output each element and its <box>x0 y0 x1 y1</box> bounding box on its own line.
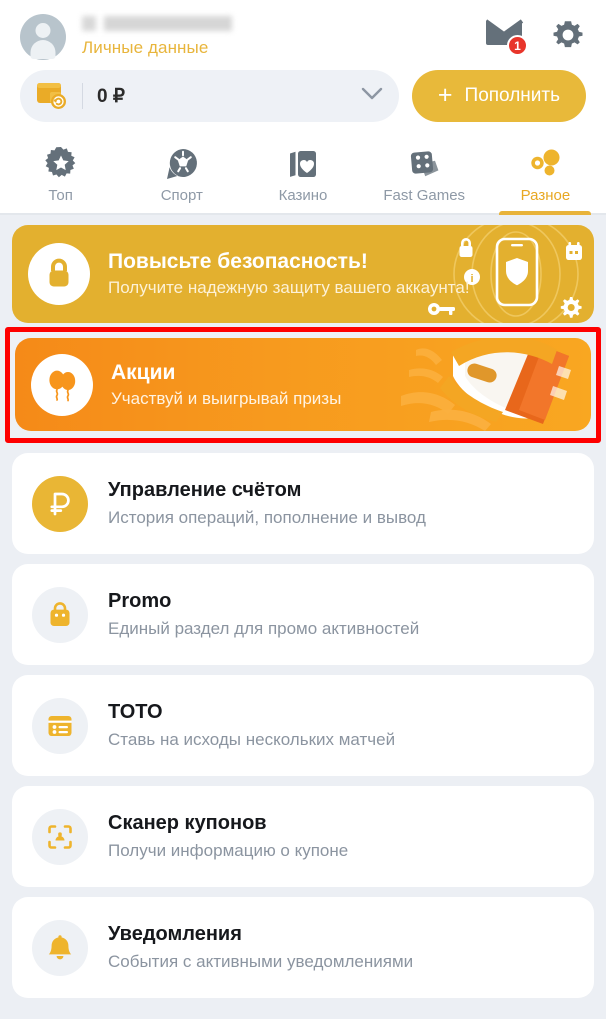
banner-subtitle: Получите надежную защиту вашего аккаунта… <box>108 278 470 298</box>
user-block: Личные данные <box>78 16 486 58</box>
main-tabs: Топ Спорт Казино Fast Games Разное <box>0 136 606 215</box>
app-header: Личные данные 1 0 ₽ + Пополнить <box>0 0 606 136</box>
mail-badge: 1 <box>507 35 528 56</box>
dice-icon <box>406 146 442 182</box>
list-item-subtitle: История операций, пополнение и вывод <box>108 508 426 528</box>
list-item-subtitle: Получи информацию о купоне <box>108 841 349 861</box>
list-item-text: ТОТО Ставь на исходы нескольких матчей <box>108 700 395 750</box>
topup-label: Пополнить <box>464 85 560 106</box>
bell-icon <box>32 919 88 976</box>
tab-label: Fast Games <box>383 187 466 204</box>
topup-button[interactable]: + Пополнить <box>411 70 586 122</box>
tab-label: Разное <box>520 187 571 204</box>
star-burst-icon <box>43 146 79 182</box>
list-item-title: Уведомления <box>108 923 242 946</box>
banner-text: Акции Участвуй и выигрывай призы <box>111 360 341 409</box>
tab-label: Спорт <box>160 187 203 204</box>
padlock-icon <box>28 243 90 305</box>
list-item-text: Promo Единый раздел для промо активносте… <box>108 589 419 639</box>
soccer-ball-icon <box>164 146 200 182</box>
content-area: i Повысьте безопасность! Получите надежн… <box>0 215 606 998</box>
ruble-circle-icon <box>32 475 88 532</box>
banner-title: Акции <box>111 360 176 384</box>
tab-label: Казино <box>278 187 328 204</box>
list-item-text: Сканер купонов Получи информацию о купон… <box>108 811 348 861</box>
personal-data-link[interactable]: Личные данные <box>82 38 486 58</box>
list-item-toto[interactable]: ТОТО Ставь на исходы нескольких матчей <box>12 675 594 776</box>
list-item-title: Promo <box>108 590 172 613</box>
header-top-row: Личные данные 1 <box>20 8 586 66</box>
banner-security[interactable]: i Повысьте безопасность! Получите надежн… <box>12 225 594 323</box>
list-item-title: Управление счётом <box>108 479 302 502</box>
list-item-account-management[interactable]: Управление счётом История операций, попо… <box>12 453 594 554</box>
header-icons: 1 <box>484 17 586 57</box>
playing-cards-icon <box>285 146 321 182</box>
list-item-subtitle: Единый раздел для промо активностей <box>108 619 420 639</box>
divider <box>82 83 83 109</box>
balloons-icon <box>31 353 93 416</box>
toto-list-icon <box>32 697 88 754</box>
banner-promo[interactable]: Акции Участвуй и выигрывай призы <box>15 338 591 431</box>
list-item-title: Сканер купонов <box>108 812 267 835</box>
list-item-promo[interactable]: Promo Единый раздел для промо активносте… <box>12 564 594 665</box>
gear-icon <box>553 21 583 48</box>
list-item-text: Уведомления События с активными уведомле… <box>108 922 413 972</box>
tab-casino[interactable]: Казино <box>242 136 363 213</box>
dots-cluster-icon <box>527 146 563 182</box>
highlight-box: Акции Участвуй и выигрывай призы <box>5 327 601 443</box>
wallet-refresh-icon <box>36 81 70 111</box>
coupon-scanner-icon <box>32 808 88 865</box>
list-item-text: Управление счётом История операций, попо… <box>108 478 426 528</box>
tab-label: Топ <box>48 187 73 204</box>
banner-subtitle: Участвуй и выигрывай призы <box>111 388 342 408</box>
tab-sport[interactable]: Спорт <box>121 136 242 213</box>
balance-selector[interactable]: 0 ₽ <box>20 70 399 122</box>
mail-button[interactable]: 1 <box>484 18 528 56</box>
tab-top[interactable]: Топ <box>0 136 121 213</box>
banner-text: Повысьте безопасность! Получите надежную… <box>108 249 470 298</box>
avatar[interactable] <box>20 14 66 60</box>
plus-icon: + <box>437 80 453 109</box>
list-item-notifications[interactable]: Уведомления События с активными уведомле… <box>12 897 594 998</box>
shopping-bag-icon <box>32 586 88 643</box>
list-item-subtitle: События с активными уведомлениями <box>108 952 414 972</box>
balance-amount: 0 ₽ <box>97 85 125 107</box>
svg-text:i: i <box>470 273 473 285</box>
tab-fast-games[interactable]: Fast Games <box>364 136 485 213</box>
list-item-title: ТОТО <box>108 701 163 724</box>
list-item-coupon-scanner[interactable]: Сканер купонов Получи информацию о купон… <box>12 786 594 887</box>
settings-button[interactable] <box>550 17 586 53</box>
username-redacted <box>82 16 232 31</box>
tab-misc[interactable]: Разное <box>485 136 606 215</box>
balance-row: 0 ₽ + Пополнить <box>20 70 586 122</box>
megaphone-illustration <box>391 338 591 431</box>
chevron-down-icon[interactable] <box>361 87 383 106</box>
list-item-subtitle: Ставь на исходы нескольких матчей <box>108 730 396 750</box>
banner-title: Повысьте безопасность! <box>108 250 368 274</box>
